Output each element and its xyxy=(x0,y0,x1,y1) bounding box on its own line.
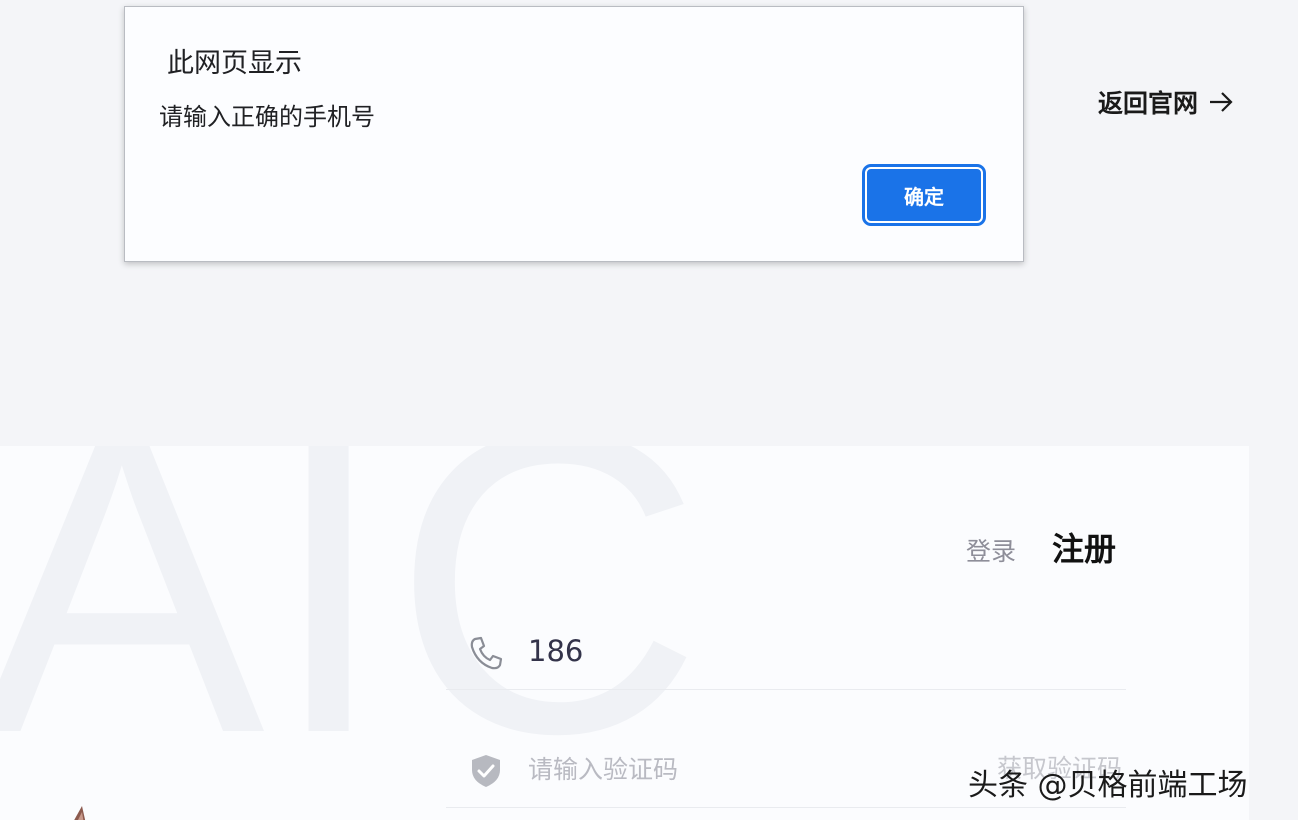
phone-icon xyxy=(470,636,503,670)
back-to-site-link[interactable]: 返回官网 xyxy=(1098,84,1234,120)
phone-input[interactable] xyxy=(528,625,948,677)
arrow-right-icon xyxy=(1210,92,1233,112)
verification-code-input[interactable] xyxy=(528,743,948,795)
source-credit: 头条 @贝格前端工场 xyxy=(968,768,1248,803)
phone-field xyxy=(446,621,1126,690)
mascot-ear-graphic xyxy=(74,806,86,820)
tab-register[interactable]: 注册 xyxy=(1052,524,1116,570)
dialog-title: 此网页显示 xyxy=(167,48,302,79)
shield-check-icon xyxy=(472,755,500,787)
auth-tabs: 登录 注册 xyxy=(966,524,1116,570)
confirm-button[interactable]: 确定 xyxy=(862,164,986,226)
dialog-message: 请输入正确的手机号 xyxy=(159,103,375,131)
alert-dialog: 此网页显示 请输入正确的手机号 确定 xyxy=(124,6,1024,262)
tab-login[interactable]: 登录 xyxy=(966,532,1016,568)
back-to-site-label: 返回官网 xyxy=(1098,89,1199,118)
